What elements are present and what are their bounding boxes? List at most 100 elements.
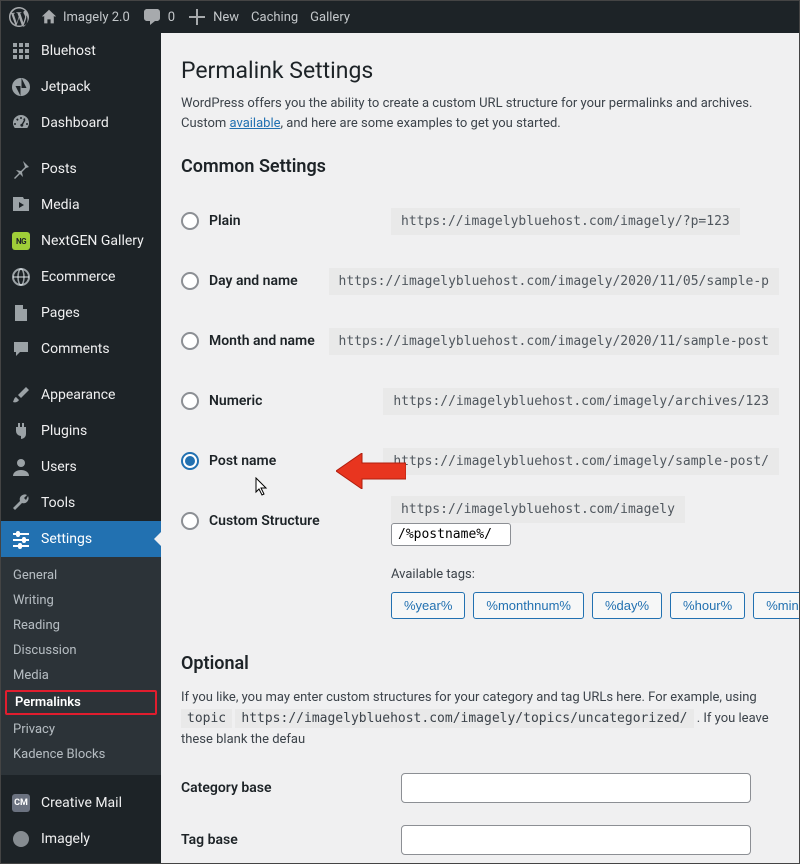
menu-bluehost[interactable]: Bluehost (1, 33, 161, 69)
option-custom[interactable]: Custom Structure https://imagelybluehost… (181, 491, 779, 551)
radio-custom[interactable] (181, 512, 199, 530)
tag-base-input[interactable] (401, 825, 751, 855)
option-plain[interactable]: Plain https://imagelybluehost.com/imagel… (181, 191, 779, 251)
option-numeric[interactable]: Numeric https://imagelybluehost.com/imag… (181, 371, 779, 431)
desc-text: , and here are some examples to get you … (281, 116, 561, 131)
menu-plugins[interactable]: Plugins (1, 413, 161, 449)
comments-count: 0 (168, 10, 175, 25)
opt-code: https://imagelybluehost.com/imagely/topi… (235, 709, 693, 728)
comment-icon (11, 339, 31, 359)
sub-discussion[interactable]: Discussion (1, 638, 161, 663)
option-url: https://imagelybluehost.com/imagely/2020… (329, 268, 779, 295)
settings-submenu: General Writing Reading Discussion Media… (1, 557, 161, 775)
menu-jetpack[interactable]: Jetpack (1, 69, 161, 105)
menu-pages[interactable]: Pages (1, 295, 161, 331)
tag-day[interactable]: %day% (592, 592, 662, 619)
option-month-and-name[interactable]: Month and name https://imagelybluehost.c… (181, 311, 779, 371)
jetpack-icon (11, 77, 31, 97)
option-url: https://imagelybluehost.com/imagely/2020… (329, 328, 779, 355)
menu-label: Appearance (41, 387, 115, 403)
option-label: Month and name (209, 333, 315, 349)
option-url: https://imagelybluehost.com/imagely/?p=1… (391, 208, 740, 235)
opt-code: topic (181, 709, 232, 728)
custom-structure-input[interactable] (391, 523, 511, 546)
plug-icon (11, 421, 31, 441)
sub-kadence[interactable]: Kadence Blocks (1, 742, 161, 767)
option-label: Day and name (209, 273, 298, 289)
opt-text: If you like, you may enter custom struct… (181, 690, 757, 705)
menu-comments[interactable]: Comments (1, 331, 161, 367)
radio-month-name[interactable] (181, 332, 199, 350)
radio-post-name[interactable] (181, 452, 199, 470)
menu-nextgen[interactable]: NG NextGEN Gallery (1, 223, 161, 259)
site-home[interactable]: Imagely 2.0 (41, 9, 130, 25)
wp-logo[interactable] (9, 7, 29, 27)
menu-label: Posts (41, 161, 77, 177)
option-label: Plain (209, 213, 241, 229)
sub-reading[interactable]: Reading (1, 613, 161, 638)
ab-gallery[interactable]: Gallery (310, 10, 350, 25)
available-tags: %year% %monthnum% %day% %hour% %minute% (391, 592, 779, 619)
menu-label: Users (41, 459, 77, 475)
menu-label: Media (41, 197, 80, 213)
comments-bubble[interactable]: 0 (142, 7, 175, 27)
menu-label: Plugins (41, 423, 87, 439)
menu-tools[interactable]: Tools (1, 485, 161, 521)
menu-label: Dashboard (41, 115, 109, 131)
sub-general[interactable]: General (1, 563, 161, 588)
category-base-row: Category base (181, 773, 779, 803)
menu-label: Tools (41, 495, 75, 511)
cm-icon: CM (11, 793, 31, 813)
page-title: Permalink Settings (181, 57, 779, 84)
option-label: Numeric (209, 393, 262, 409)
menu-label: Comments (41, 341, 110, 357)
menu-users[interactable]: Users (1, 449, 161, 485)
site-title: Imagely 2.0 (63, 10, 130, 25)
grid-icon (11, 41, 31, 61)
permalink-options: Plain https://imagelybluehost.com/imagel… (181, 191, 779, 619)
tag-minute[interactable]: %minute% (753, 592, 799, 619)
new-content[interactable]: New (187, 7, 239, 27)
tag-hour[interactable]: %hour% (670, 592, 745, 619)
sub-writing[interactable]: Writing (1, 588, 161, 613)
tag-base-row: Tag base (181, 825, 779, 855)
gauge-icon (11, 113, 31, 133)
category-base-label: Category base (181, 780, 401, 796)
menu-ecommerce[interactable]: Ecommerce (1, 259, 161, 295)
menu-label: Creative Mail (41, 795, 122, 811)
radio-day-name[interactable] (181, 272, 199, 290)
menu-creative-mail[interactable]: CM Creative Mail (1, 785, 161, 821)
menu-label: Ecommerce (41, 269, 115, 285)
new-label: New (213, 10, 239, 25)
tag-monthnum[interactable]: %monthnum% (473, 592, 584, 619)
page-description: WordPress offers you the ability to crea… (181, 94, 779, 134)
admin-sidebar: Bluehost Jetpack Dashboard Posts Media N… (1, 33, 161, 863)
sub-media[interactable]: Media (1, 663, 161, 688)
wrench-icon (11, 493, 31, 513)
option-label: Custom Structure (209, 513, 320, 529)
tag-year[interactable]: %year% (391, 592, 465, 619)
media-icon (11, 195, 31, 215)
menu-label: Pages (41, 305, 80, 321)
menu-appearance[interactable]: Appearance (1, 377, 161, 413)
menu-posts[interactable]: Posts (1, 151, 161, 187)
menu-media[interactable]: Media (1, 187, 161, 223)
sub-privacy[interactable]: Privacy (1, 717, 161, 742)
common-settings-heading: Common Settings (181, 156, 779, 177)
imagely-icon (11, 829, 31, 849)
menu-label: Imagely (41, 831, 90, 847)
option-day-and-name[interactable]: Day and name https://imagelybluehost.com… (181, 251, 779, 311)
sub-permalinks[interactable]: Permalinks (5, 690, 157, 715)
menu-imagely[interactable]: Imagely (1, 821, 161, 857)
menu-dashboard[interactable]: Dashboard (1, 105, 161, 141)
ab-caching[interactable]: Caching (251, 10, 298, 25)
option-post-name[interactable]: Post name https://imagelybluehost.com/im… (181, 431, 779, 491)
menu-settings[interactable]: Settings (1, 521, 161, 557)
tags-available-link[interactable]: available (230, 116, 281, 131)
category-base-input[interactable] (401, 773, 751, 803)
option-label: Post name (209, 453, 276, 469)
menu-label: NextGEN Gallery (41, 233, 144, 249)
radio-numeric[interactable] (181, 392, 199, 410)
custom-base-url: https://imagelybluehost.com/imagely (391, 496, 685, 523)
radio-plain[interactable] (181, 212, 199, 230)
